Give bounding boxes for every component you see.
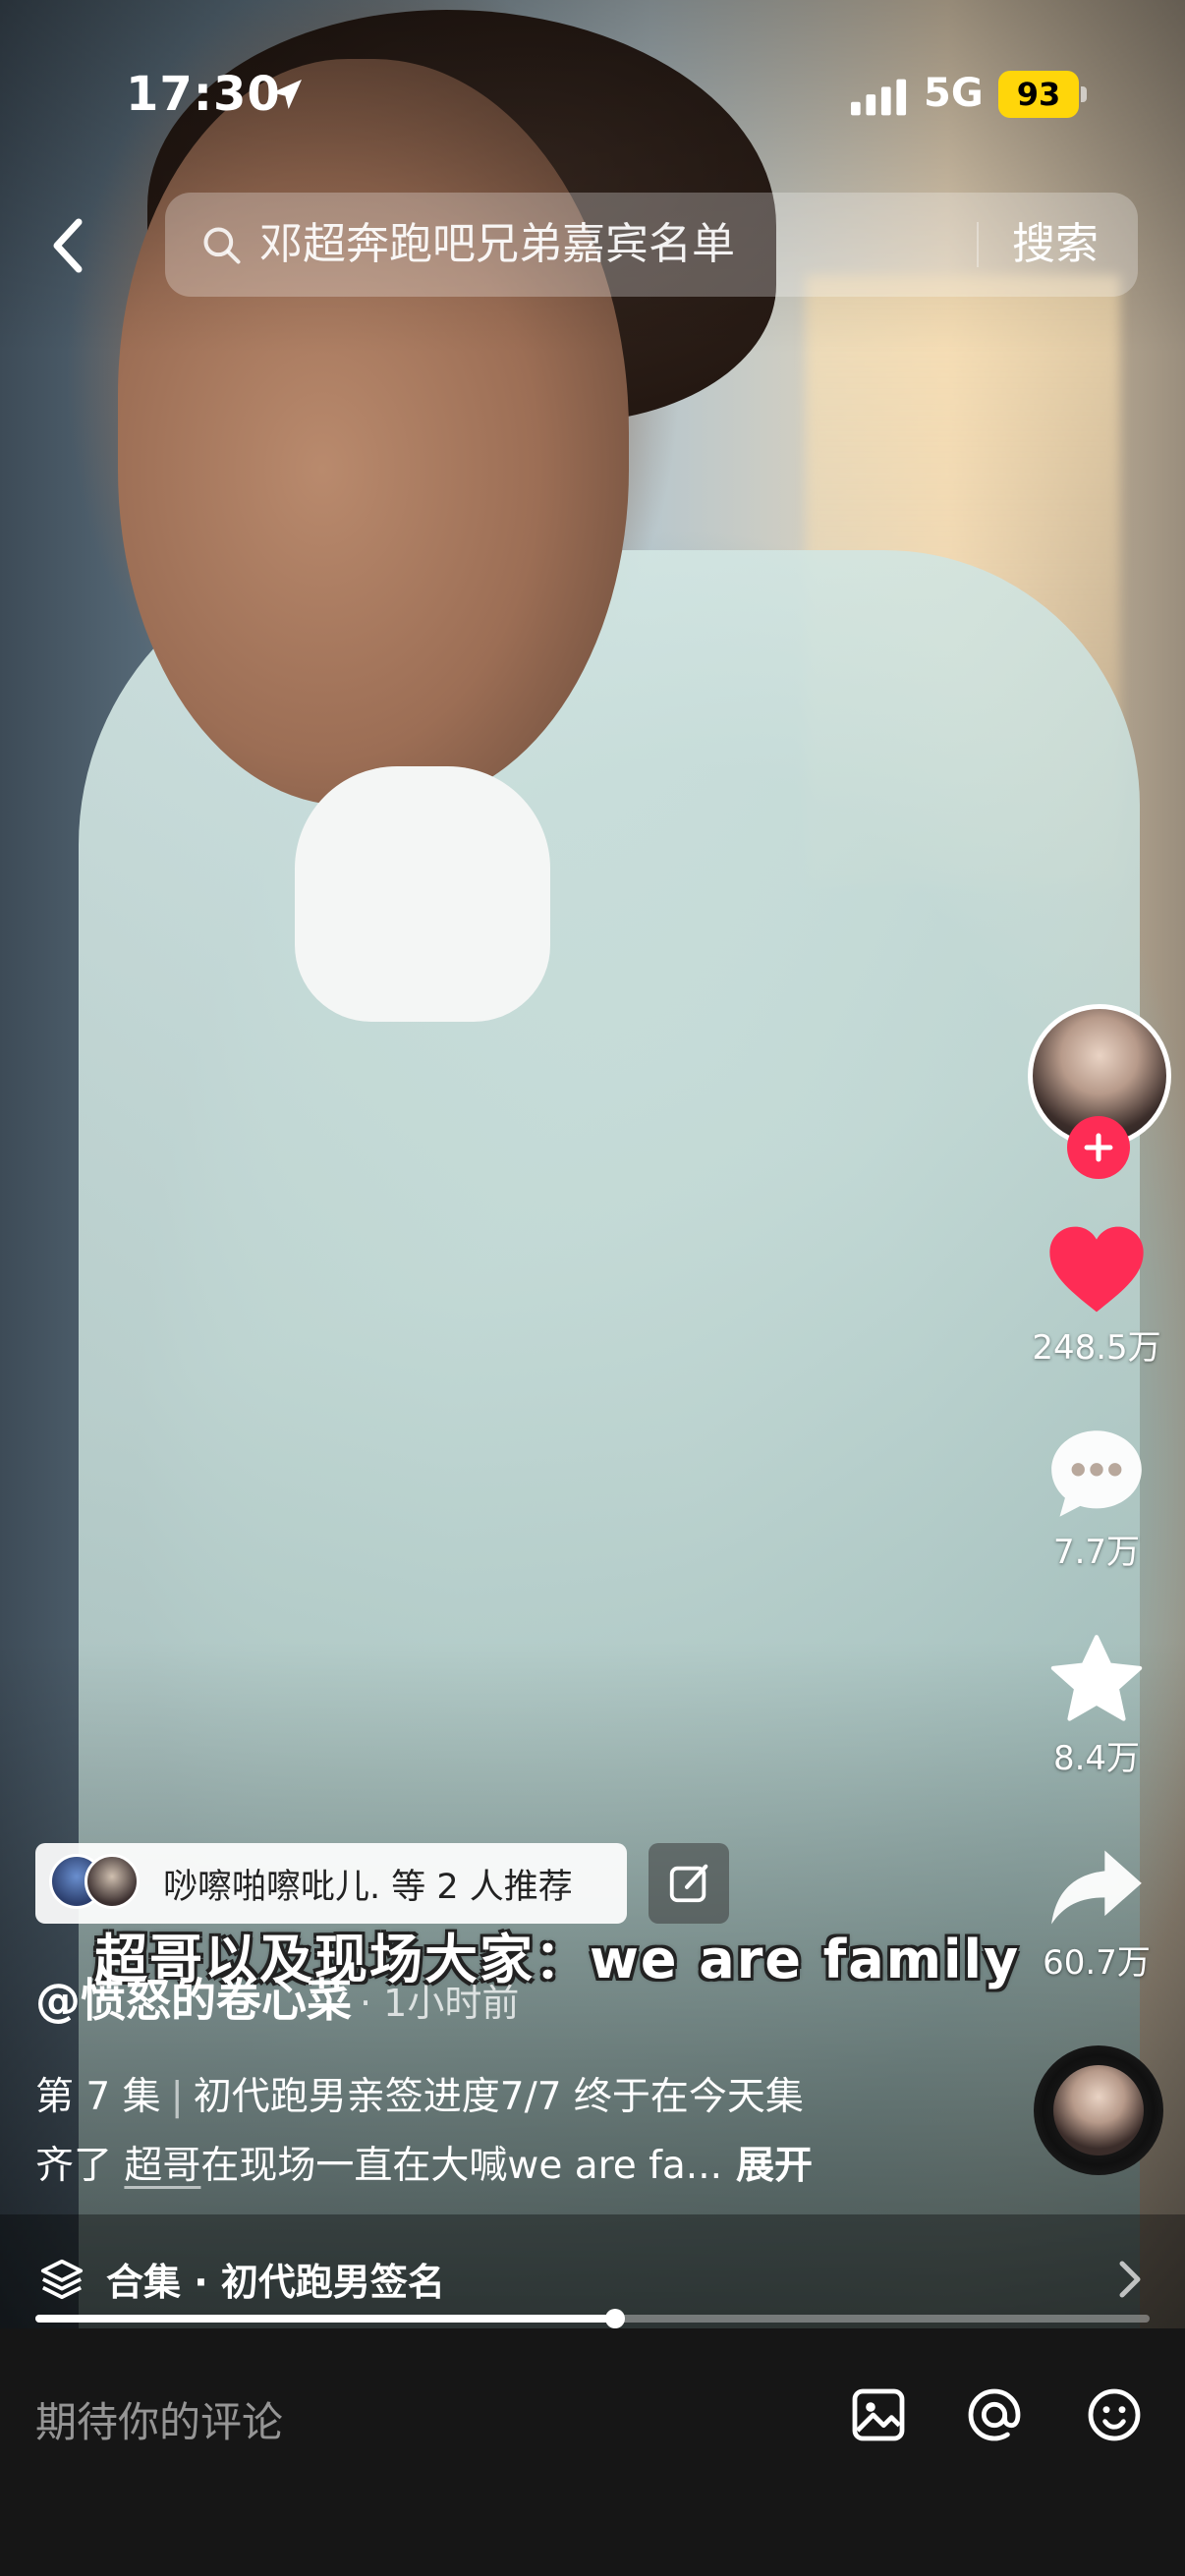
layers-icon — [40, 2259, 84, 2300]
share-arrow-icon — [1051, 1850, 1142, 1925]
author-name[interactable]: @愤怒的卷心菜 — [35, 1974, 352, 2027]
plus-icon — [1084, 1133, 1113, 1162]
at-mention-icon[interactable] — [963, 2383, 1026, 2446]
star-icon — [1050, 1635, 1143, 1721]
music-cover — [1053, 2065, 1144, 2156]
status-bar: 17:30 5G 93 — [0, 0, 1185, 177]
post-time: · 1小时前 — [360, 1982, 520, 2025]
avatar — [85, 1854, 140, 1909]
comment-button[interactable]: 7.7万 — [1018, 1427, 1175, 1573]
chevron-right-icon — [1119, 2261, 1141, 2298]
desc-line-2-suffix: 在现场一直在大喊we are fa... — [200, 2144, 722, 2188]
back-button[interactable] — [39, 206, 98, 285]
favorite-button[interactable]: 8.4万 — [1018, 1633, 1175, 1779]
heart-icon — [1049, 1226, 1144, 1313]
share-count: 60.7万 — [1043, 1943, 1151, 1983]
emoji-icon[interactable] — [1083, 2383, 1146, 2446]
image-icon[interactable] — [847, 2383, 910, 2446]
comment-input[interactable]: 期待你的评论 — [35, 2389, 283, 2449]
follow-button[interactable] — [1067, 1116, 1130, 1179]
progress-fill — [35, 2315, 615, 2323]
comment-bar: 期待你的评论 — [0, 2328, 1185, 2576]
recommend-pill[interactable]: 唦嚓啪嚓吡儿. 等 2 人推荐 — [35, 1843, 627, 1924]
video-progress-bar[interactable] — [35, 2309, 1150, 2328]
mention-link[interactable]: 超哥 — [124, 2144, 200, 2188]
author-line[interactable]: @愤怒的卷心菜 · 1小时前 — [35, 1965, 519, 2030]
edit-recommend-button[interactable] — [649, 1843, 729, 1924]
expand-button[interactable]: 展开 — [736, 2144, 813, 2188]
like-count: 248.5万 — [1032, 1328, 1161, 1368]
search-button[interactable]: 搜索 — [1012, 216, 1099, 273]
search-icon — [203, 227, 241, 264]
desc-line-2-prefix: 齐了 — [35, 2144, 125, 2188]
episode-separator: | — [170, 2075, 184, 2119]
comment-icon — [1051, 1430, 1142, 1517]
favorite-count: 8.4万 — [1052, 1739, 1141, 1778]
collection-label: 合集 · 初代跑男签名 — [106, 2261, 445, 2304]
comment-count: 7.7万 — [1052, 1533, 1141, 1572]
battery-level: 93 — [998, 71, 1079, 118]
music-disc[interactable] — [1034, 2045, 1163, 2175]
signal-icon — [851, 79, 907, 116]
search-query[interactable]: 邓超奔跑吧兄弟嘉宾名单 — [259, 216, 735, 273]
recommend-text: 唦嚓啪嚓吡儿. 等 2 人推荐 — [163, 1867, 573, 1907]
episode-label: 第 7 集 — [35, 2075, 161, 2119]
chevron-left-icon — [53, 218, 83, 273]
recommender-avatars — [49, 1854, 147, 1913]
search-divider — [977, 222, 979, 267]
desc-line-1: 初代跑男亲签进度7/7 终于在今天集 — [193, 2075, 804, 2119]
battery-cap — [1081, 86, 1087, 102]
status-time: 17:30 — [126, 67, 281, 122]
search-bar[interactable]: 邓超奔跑吧兄弟嘉宾名单 搜索 — [165, 193, 1138, 297]
location-arrow-icon — [272, 80, 302, 109]
post-description[interactable]: 第 7 集 | 初代跑男亲签进度7/7 终于在今天集 齐了 超哥在现场一直在大喊we… — [35, 2063, 920, 2201]
person-shirt — [295, 766, 550, 1022]
network-type: 5G — [924, 71, 984, 116]
like-button[interactable]: 248.5万 — [1018, 1222, 1175, 1369]
progress-knob[interactable] — [604, 2309, 625, 2328]
share-button[interactable]: 60.7万 — [1018, 1843, 1175, 1984]
edit-icon — [669, 1864, 708, 1903]
